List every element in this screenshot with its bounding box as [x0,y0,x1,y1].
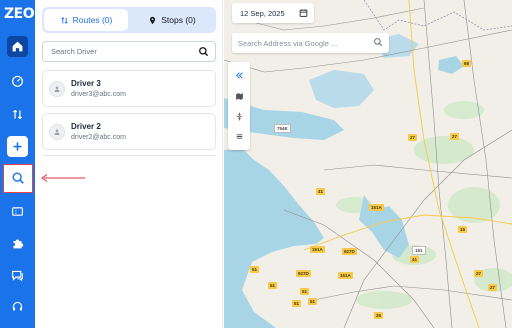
tab-stops[interactable]: Stops (0) [130,9,214,31]
pin-icon [150,16,156,24]
sidebar: ZEO [0,0,35,328]
driver-email: driver3@abc.com [71,91,126,98]
map-icon [235,92,243,100]
road-label: 27 [474,270,484,277]
search-driver-input[interactable]: Search Driver [42,41,216,62]
map-layers-button[interactable] [233,90,245,102]
road-label: 927D [342,248,357,255]
driver-card[interactable]: Driver 2 driver2@abc.com [42,113,216,150]
sidebar-item-add[interactable] [7,136,28,157]
road-label: 68 [462,60,472,67]
road-label: 27 [450,133,460,140]
driver-email: driver2@abc.com [71,134,126,141]
home-icon [12,41,23,52]
road-label: 754K [274,124,291,133]
sidebar-item-routes[interactable] [7,104,28,125]
ticket-icon [12,207,23,216]
road-label: 151A [369,204,384,211]
road-label: 27 [408,134,418,141]
search-driver-placeholder: Search Driver [51,47,97,56]
road-label: 15 [458,226,468,233]
map-toolbar [228,62,250,150]
menu-icon [236,133,242,139]
app-logo: ZEO [4,6,35,22]
chat-icon [12,270,23,282]
road-label: 41 [410,256,420,263]
road-label: 51 [292,300,302,307]
address-search-input[interactable]: Search Address via Google ... [232,33,389,53]
road-label: 151 [412,246,426,255]
route-icon [13,110,22,119]
road-label: 151A [310,246,325,253]
drivers-panel: Routes (0) Stops (0) Search Driver Drive… [35,0,223,328]
sidebar-item-home[interactable] [7,36,28,57]
road-label: 51 [300,288,310,295]
route-icon [61,16,68,24]
tab-routes-label: Routes (0) [72,15,113,25]
road-label: 151A [338,272,353,279]
zoom-fit-button[interactable] [233,110,245,122]
annotation-arrow-icon [41,174,85,182]
road-label: 25 [374,312,384,319]
vertical-arrows-icon [236,112,242,120]
sidebar-item-search[interactable] [3,164,33,193]
menu-button[interactable] [233,130,245,142]
avatar [49,124,65,140]
double-chevron-left-icon [235,71,243,79]
divider [42,155,216,156]
road-label: 27 [488,284,498,291]
sidebar-item-dashboard[interactable] [7,70,28,91]
driver-name: Driver 2 [71,122,101,131]
tab-routes[interactable]: Routes (0) [44,9,128,31]
headset-icon [12,301,23,311]
sidebar-item-tickets[interactable] [7,201,28,222]
search-icon[interactable] [373,37,383,47]
calendar-icon[interactable] [299,8,308,18]
road-label: 51 [250,266,260,273]
road-label: 51 [308,298,318,305]
tab-stops-label: Stops (0) [161,15,196,25]
user-icon [54,129,60,135]
sidebar-item-support[interactable] [7,296,28,317]
plus-icon [13,142,22,151]
road-label: 41 [316,188,326,195]
date-value: 12 Sep, 2025 [240,8,285,18]
search-icon [12,172,24,184]
avatar [49,81,65,97]
date-picker[interactable]: 12 Sep, 2025 [232,3,314,23]
sidebar-item-integrations[interactable] [7,233,28,254]
search-icon[interactable] [198,46,209,57]
user-icon [54,86,60,92]
panel-tabs: Routes (0) Stops (0) [42,7,216,33]
road-label: 927D [296,270,311,277]
road-label: 51 [268,282,278,289]
driver-name: Driver 3 [71,79,101,88]
sidebar-item-messages[interactable] [7,265,28,286]
gauge-icon [12,75,23,87]
driver-card[interactable]: Driver 3 driver3@abc.com [42,70,216,107]
puzzle-icon [13,239,24,249]
collapse-button[interactable] [233,69,245,81]
address-search-placeholder: Search Address via Google ... [238,38,338,48]
